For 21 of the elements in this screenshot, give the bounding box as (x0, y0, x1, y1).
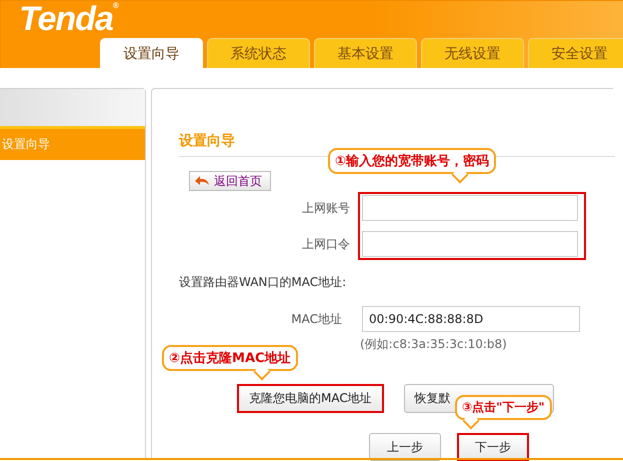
previous-button[interactable]: 上一步 (369, 433, 441, 461)
callout-tooltip: ③点击"下一步" (455, 395, 552, 420)
field-label: MAC地址 (290, 310, 342, 328)
field-label: 上网口令 (302, 236, 350, 252)
mac-hint: (例如:c8:3a:35:3c:10:b8) (360, 336, 508, 353)
back-arrow-icon (194, 175, 210, 187)
field-label: 上网账号 (302, 200, 350, 216)
nav-tab[interactable]: 设置向导 (100, 38, 203, 68)
input-field[interactable] (362, 231, 578, 257)
tenda-logo: Tenda$^{®}$ (19, 1, 118, 37)
back-home-button[interactable]: 返回首页 (189, 171, 271, 191)
nav-tab[interactable]: 基本设置 (314, 38, 417, 68)
nav-tab[interactable]: 无线设置 (421, 38, 524, 68)
input-field[interactable] (362, 195, 578, 221)
callout-tooltip: ②点击克隆MAC地址 (162, 345, 298, 371)
clone-mac-button[interactable]: 克隆您电脑的MAC地址 (237, 384, 384, 413)
nav-tab[interactable]: 系统状态 (207, 38, 310, 68)
nav-tab[interactable]: 安全设置 (528, 38, 623, 68)
mac-heading: 设置路由器WAN口的MAC地址: (179, 274, 348, 291)
mac-input-field[interactable]: 00:90:4C:88:88:8D (362, 306, 580, 332)
next-button[interactable]: 下一步 (457, 433, 529, 461)
